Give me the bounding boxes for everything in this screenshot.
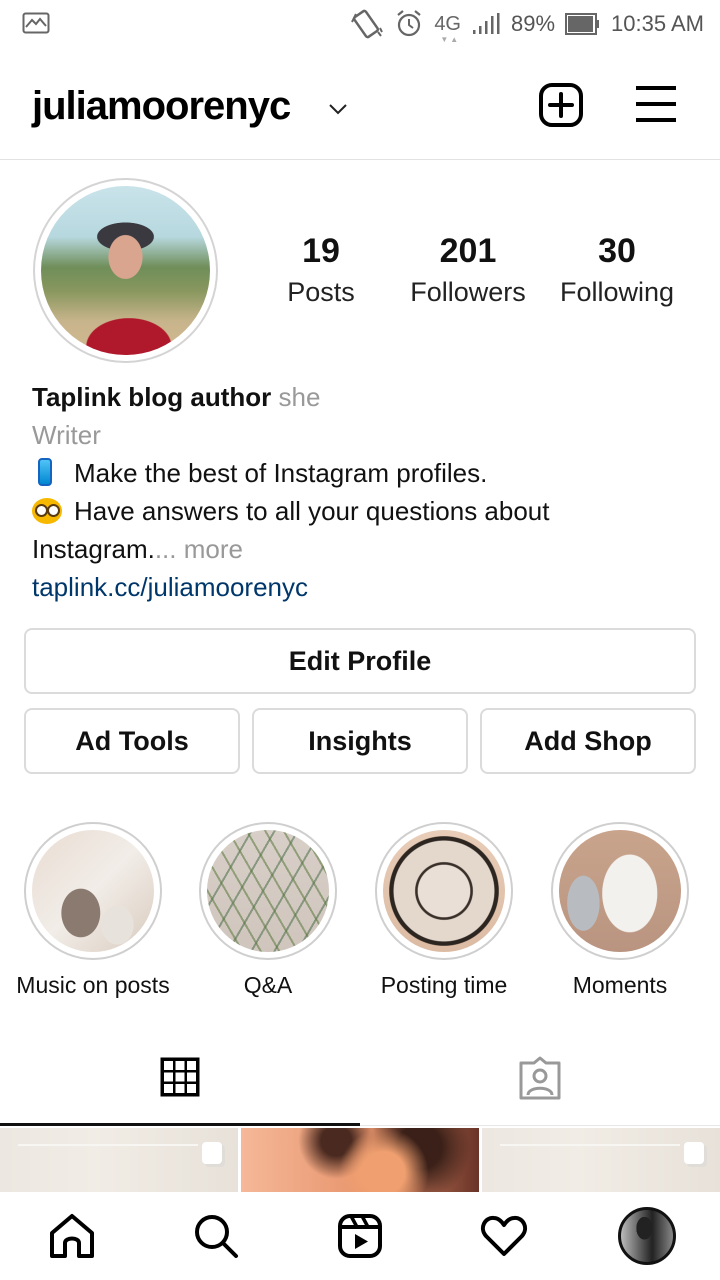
post-thumbnail[interactable] xyxy=(482,1128,720,1192)
category: Writer xyxy=(32,420,101,450)
signal-icon xyxy=(473,13,500,34)
carousel-icon xyxy=(202,1142,222,1164)
highlight-posting-time[interactable]: Posting time xyxy=(356,822,532,999)
status-bar: 4G ▼▲ 89% 10:35 AM xyxy=(0,0,720,50)
highlight-ring xyxy=(551,822,689,960)
post-thumbnail[interactable] xyxy=(0,1128,238,1192)
battery-icon xyxy=(565,13,600,35)
profile-avatar-ring[interactable] xyxy=(33,178,218,363)
website-link[interactable]: taplink.cc/juliamoorenyc xyxy=(32,568,692,606)
alarm-icon xyxy=(397,10,421,37)
edit-profile-button[interactable]: Edit Profile xyxy=(24,628,696,694)
vibrate-icon xyxy=(351,9,384,39)
nav-search[interactable] xyxy=(186,1206,246,1266)
stat-posts[interactable]: 19 Posts xyxy=(262,232,380,308)
reels-icon xyxy=(338,1214,382,1258)
chevron-down-icon[interactable] xyxy=(328,102,348,116)
profile-tabs xyxy=(0,1030,720,1126)
bottom-navigation xyxy=(0,1192,720,1280)
highlight-cover xyxy=(383,830,505,952)
bio-text: Instagram. xyxy=(32,534,155,564)
ad-tools-button[interactable]: Ad Tools xyxy=(24,708,240,774)
insights-button[interactable]: Insights xyxy=(252,708,468,774)
posts-grid xyxy=(0,1128,720,1192)
highlight-cover xyxy=(559,830,681,952)
add-shop-button[interactable]: Add Shop xyxy=(480,708,696,774)
display-name: Taplink blog author xyxy=(32,382,272,412)
bio-line-2: Have answers to all your questions about xyxy=(32,492,692,530)
highlight-label: Moments xyxy=(572,972,668,998)
stat-count: 30 xyxy=(598,232,636,270)
carousel-icon xyxy=(684,1142,704,1164)
profile-bio: Taplink blog author she Writer Make the … xyxy=(32,378,692,606)
stat-count: 201 xyxy=(439,232,497,270)
bio-line-3: Instagram.... more xyxy=(32,530,692,568)
battery-percent: 89% xyxy=(511,11,556,36)
tab-grid[interactable] xyxy=(0,1030,360,1126)
menu-icon[interactable] xyxy=(634,84,678,124)
gallery-icon xyxy=(22,12,50,34)
tagged-person-icon xyxy=(519,1056,561,1100)
bio-text: Have answers to all your questions about xyxy=(74,496,550,526)
bio-name-line: Taplink blog author she xyxy=(32,378,692,416)
highlight-label: Q&A xyxy=(243,972,293,998)
network-label: 4G xyxy=(434,12,461,35)
tab-tagged[interactable] xyxy=(360,1030,720,1126)
highlight-label: Posting time xyxy=(380,972,508,998)
highlight-ring xyxy=(24,822,162,960)
highlight-music-on-posts[interactable]: Music on posts xyxy=(5,822,181,999)
clock: 10:35 AM xyxy=(611,11,704,36)
stat-label: Followers xyxy=(410,277,526,307)
highlight-ring xyxy=(199,822,337,960)
stat-followers[interactable]: 201 Followers xyxy=(406,232,530,308)
nav-reels[interactable] xyxy=(330,1206,390,1266)
network-type: 4G ▼▲ xyxy=(434,12,461,44)
highlight-ring xyxy=(375,822,513,960)
heart-icon xyxy=(481,1215,527,1256)
nav-activity[interactable] xyxy=(474,1206,534,1266)
profile-avatar xyxy=(618,1207,676,1265)
post-thumbnail[interactable] xyxy=(241,1128,479,1192)
highlight-label: Music on posts xyxy=(16,972,170,998)
highlight-cover xyxy=(32,830,154,952)
more-link[interactable]: ... more xyxy=(155,534,243,564)
pronouns: she xyxy=(278,382,321,412)
nerd-face-emoji-icon xyxy=(32,498,62,524)
stat-count: 19 xyxy=(302,232,340,270)
profile-header: juliamoorenyc xyxy=(0,60,720,160)
nav-profile[interactable] xyxy=(617,1206,677,1266)
mobile-phone-emoji-icon xyxy=(38,458,52,486)
stat-label: Following xyxy=(559,277,675,307)
highlight-qa[interactable]: Q&A xyxy=(180,822,356,999)
search-icon xyxy=(195,1215,238,1258)
add-post-icon[interactable] xyxy=(538,82,584,128)
stat-following[interactable]: 30 Following xyxy=(554,232,680,308)
nav-home[interactable] xyxy=(42,1206,102,1266)
profile-avatar[interactable] xyxy=(41,186,210,355)
highlight-cover xyxy=(207,830,329,952)
data-arrows-icon: ▼▲ xyxy=(440,34,461,44)
highlight-moments[interactable]: Moments xyxy=(532,822,708,999)
account-switcher[interactable]: juliamoorenyc xyxy=(32,84,291,129)
bio-text: Make the best of Instagram profiles. xyxy=(74,458,488,488)
home-icon xyxy=(50,1214,94,1258)
stat-label: Posts xyxy=(287,277,355,307)
grid-icon xyxy=(160,1057,200,1096)
bio-line-1: Make the best of Instagram profiles. xyxy=(32,454,692,492)
